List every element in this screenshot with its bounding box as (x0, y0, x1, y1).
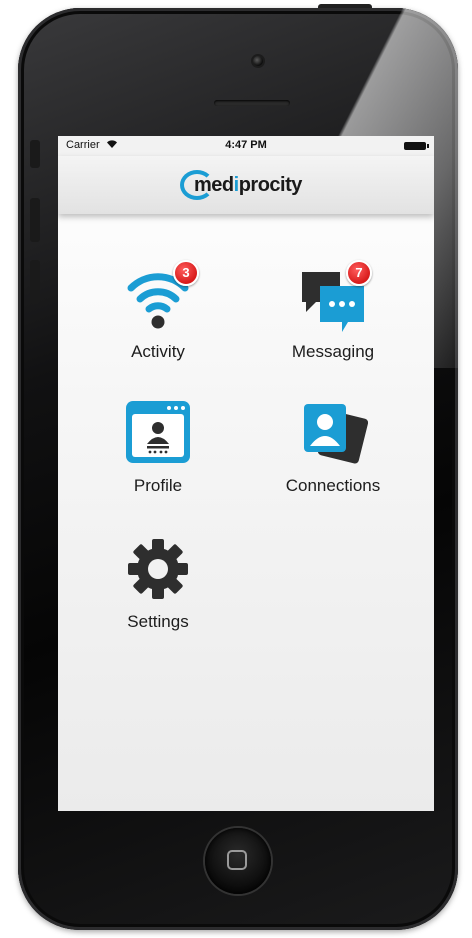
settings-label: Settings (127, 612, 189, 631)
chat-bubbles-icon: 7 (298, 260, 372, 334)
profile-card-icon (123, 398, 193, 468)
status-bar: Carrier 4:47 PM (58, 136, 434, 156)
connections-label: Connections (285, 476, 381, 495)
profile-label: Profile (133, 476, 183, 495)
activity-badge: 3 (173, 260, 199, 286)
profile-tile[interactable]: Profile (83, 398, 233, 496)
earpiece-speaker (214, 100, 290, 106)
activity-tile[interactable]: 3 Activity (83, 260, 233, 362)
wifi-signal-icon: 3 (123, 260, 199, 334)
logo-text: mediprocity (194, 174, 302, 196)
messaging-badge: 7 (346, 260, 372, 286)
home-button[interactable] (205, 828, 271, 894)
home-square-icon (227, 850, 247, 870)
messaging-tile[interactable]: 7 Messaging (258, 260, 408, 362)
status-time: 4:47 PM (225, 139, 267, 151)
battery-icon (404, 142, 429, 150)
navigation-bar: mediprocity (58, 156, 434, 214)
messaging-label: Messaging (291, 342, 375, 361)
settings-tile[interactable]: Settings (83, 534, 233, 632)
volume-down-button (30, 260, 40, 304)
volume-up-button (30, 198, 40, 242)
phone-mockup: Carrier 4:47 PM mediprocity 3 Activity 7… (0, 0, 472, 938)
gear-icon (123, 534, 193, 604)
app-screen: Carrier 4:47 PM mediprocity 3 Activity 7… (58, 136, 434, 811)
front-camera (253, 56, 263, 66)
connections-tile[interactable]: Connections (258, 398, 408, 496)
mute-switch (30, 140, 40, 168)
mediprocity-logo: mediprocity (180, 168, 320, 202)
activity-label: Activity (131, 342, 185, 361)
contacts-cards-icon (298, 398, 369, 468)
